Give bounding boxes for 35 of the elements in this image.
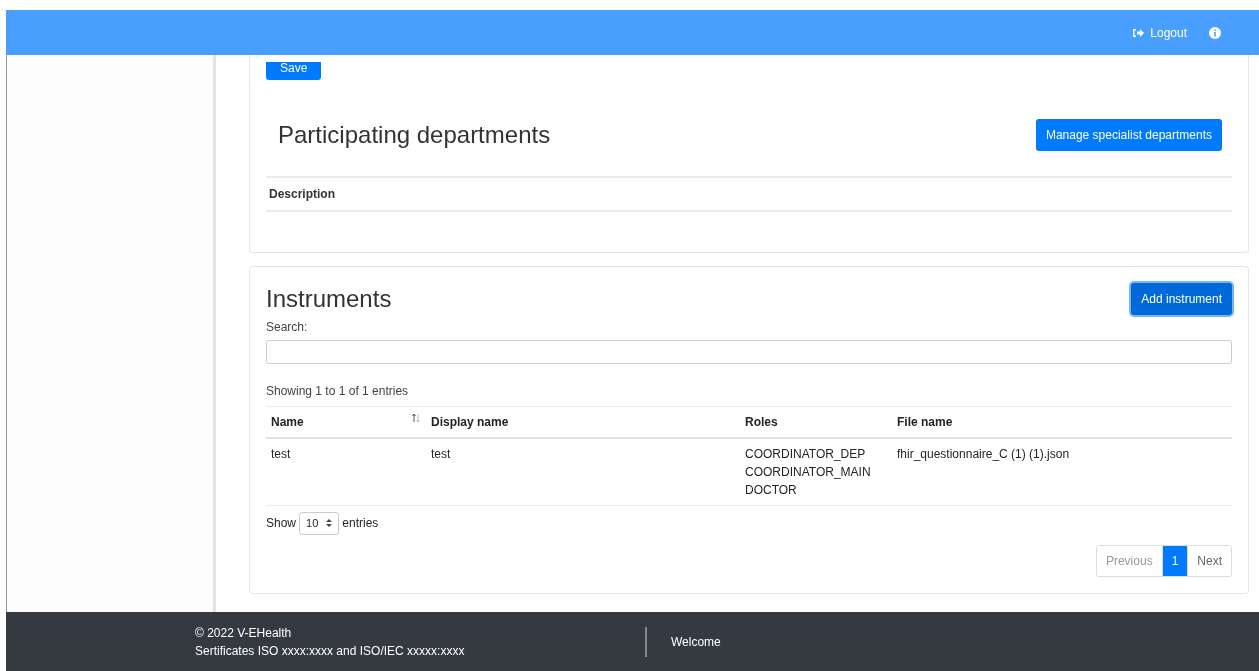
sort-icon[interactable] [411, 413, 421, 423]
column-label: Roles [745, 414, 778, 431]
table-cell-text: COORDINATOR_MAIN [745, 464, 872, 481]
logout-icon [1132, 27, 1145, 38]
manage-departments-button[interactable]: Manage specialist departments [1035, 119, 1222, 151]
section-title: Participating departments [278, 120, 551, 150]
search-label: Search: [266, 319, 309, 336]
info-icon[interactable] [1209, 26, 1221, 39]
column-label: Display name [431, 414, 509, 431]
table-cell-text: fhir_questionnaire_C (1) (1).json [897, 446, 1071, 463]
show-label: Show [266, 515, 297, 533]
column-label: Name [271, 414, 304, 431]
add-instrument-button[interactable]: Add instrument [1131, 283, 1232, 315]
column-header[interactable]: Name [266, 407, 426, 437]
table-cell-text: DOCTOR [745, 482, 798, 499]
pagination-button[interactable]: Next [1187, 545, 1231, 576]
pagination-button[interactable]: 1 [1161, 545, 1188, 576]
column-header[interactable]: File name [892, 407, 1126, 437]
table-cell-text: test [431, 446, 452, 463]
section-title: Instruments [266, 284, 392, 314]
column-header[interactable]: Display name [426, 407, 740, 437]
entries-info: Showing 1 to 1 of 1 entries [266, 383, 410, 400]
column-label: File name [897, 414, 953, 431]
search-field[interactable] [266, 340, 1232, 364]
column-header: Description [269, 186, 335, 203]
certificates-text: Sertificates ISO xxxx:xxxx and ISO/IEC xxxxx:xxxx [195, 642, 466, 660]
table-cell-text: test [271, 446, 292, 463]
table-cell-text: COORDINATOR_DEP [745, 446, 867, 463]
welcome-text: Welcome [671, 633, 721, 651]
page-size-select[interactable]: 10 [299, 512, 340, 535]
column-header[interactable]: Roles [740, 407, 892, 437]
copyright-text: © 2022 V-EHealth [195, 624, 293, 642]
entries-label: entries [342, 515, 379, 533]
caret-icon [326, 519, 333, 528]
save-button[interactable]: Save [266, 62, 322, 80]
